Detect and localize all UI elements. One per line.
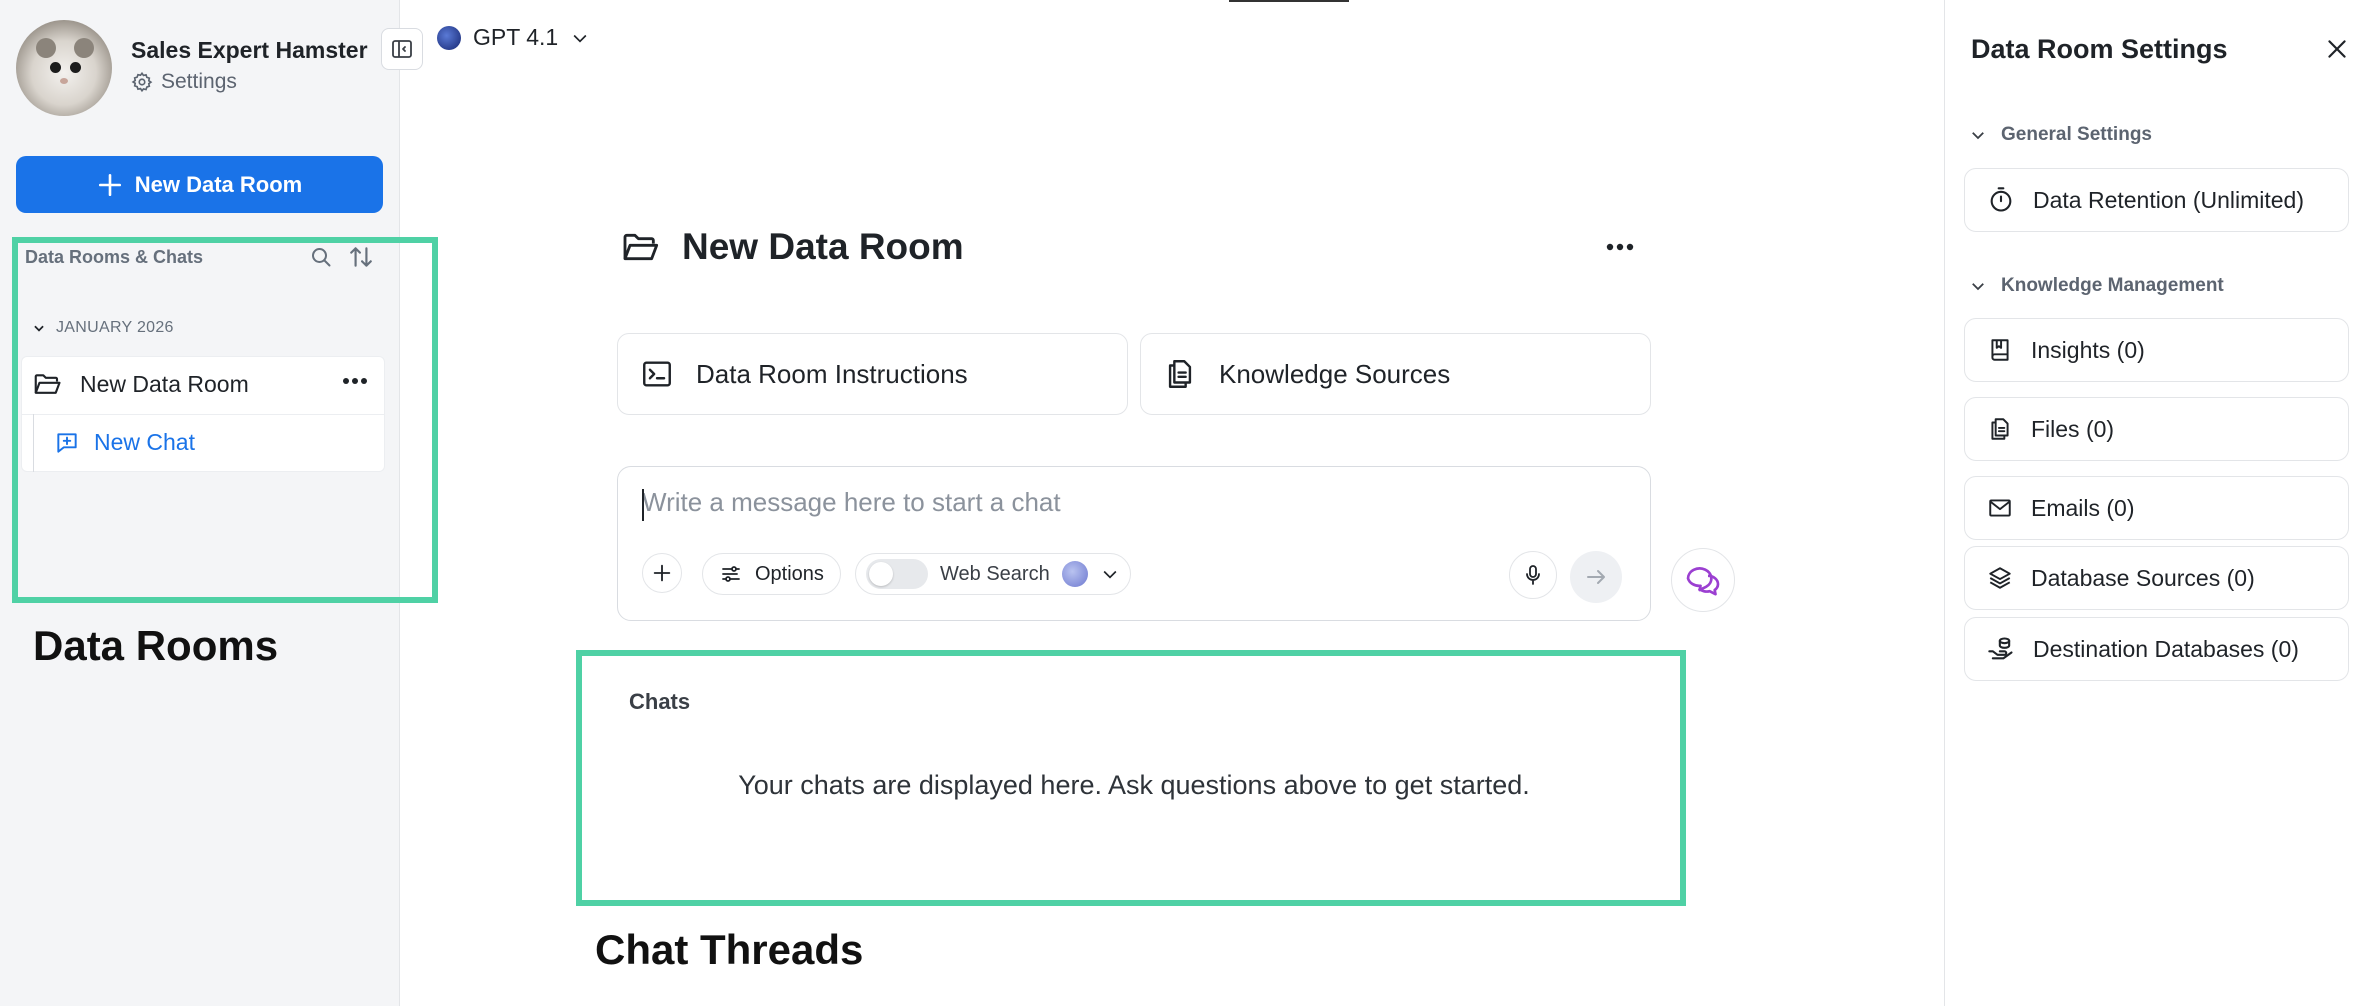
- terminal-icon: [640, 357, 674, 391]
- database-sources-item[interactable]: Database Sources (0): [1964, 546, 2349, 610]
- arrow-right-icon: [1584, 565, 1608, 589]
- data-rooms-highlight: [12, 237, 438, 603]
- options-label: Options: [755, 562, 824, 585]
- new-data-room-button[interactable]: New Data Room: [16, 156, 383, 213]
- text-caret: [642, 489, 644, 521]
- page-title: New Data Room: [620, 226, 964, 268]
- gear-icon: [131, 71, 153, 93]
- room-title-text: New Data Room: [682, 226, 964, 267]
- destination-databases-item[interactable]: Destination Databases (0): [1964, 617, 2349, 681]
- insights-label: Insights (0): [2031, 336, 2145, 363]
- settings-label: Settings: [161, 70, 237, 93]
- settings-panel: Data Room Settings General Settings Data…: [1944, 0, 2378, 1006]
- plus-icon: [651, 562, 673, 584]
- files-item[interactable]: Files (0): [1964, 397, 2349, 461]
- plus-icon: [97, 172, 123, 198]
- emails-label: Emails (0): [2031, 494, 2135, 521]
- send-button[interactable]: [1570, 551, 1622, 603]
- microphone-icon: [1521, 563, 1545, 587]
- chat-threads-annotation-label: Chat Threads: [595, 926, 864, 973]
- chats-heading: Chats: [629, 689, 691, 714]
- web-search-label: Web Search: [940, 562, 1050, 585]
- folder-open-icon: [620, 227, 660, 267]
- chevron-down-icon: [1969, 126, 1987, 144]
- model-name: GPT 4.1: [473, 24, 559, 50]
- knowledge-sources-card[interactable]: Knowledge Sources: [1140, 333, 1651, 415]
- web-search-control[interactable]: Web Search: [855, 553, 1131, 595]
- message-input[interactable]: [642, 487, 1542, 518]
- documents-icon: [1163, 357, 1197, 391]
- chevron-down-icon[interactable]: [1100, 564, 1120, 584]
- settings-link[interactable]: Settings: [131, 70, 237, 94]
- files-label: Files (0): [2031, 415, 2115, 442]
- sidebar-toggle-icon: [390, 37, 414, 61]
- insights-item[interactable]: Insights (0): [1964, 318, 2349, 382]
- chat-assistant-button[interactable]: [1671, 548, 1735, 612]
- file-icon: [1987, 416, 2013, 442]
- close-icon[interactable]: [2324, 36, 2350, 62]
- user-name: Sales Expert Hamster: [131, 37, 368, 63]
- general-settings-section[interactable]: General Settings: [1969, 124, 2152, 146]
- data-retention-label: Data Retention (Unlimited): [2033, 186, 2305, 213]
- hand-database-icon: [1987, 635, 2015, 663]
- web-search-toggle[interactable]: [866, 559, 928, 589]
- model-logo-icon: [437, 25, 461, 50]
- chat-bubbles-icon: [1683, 560, 1723, 600]
- more-options-icon[interactable]: [1606, 243, 1634, 251]
- emails-item[interactable]: Emails (0): [1964, 476, 2349, 540]
- destination-databases-label: Destination Databases (0): [2033, 635, 2299, 662]
- web-search-provider-icon: [1061, 561, 1088, 587]
- sliders-icon: [719, 562, 743, 586]
- new-data-room-label: New Data Room: [134, 171, 303, 197]
- collapse-sidebar-button[interactable]: [381, 28, 423, 70]
- model-selector[interactable]: GPT 4.1: [437, 24, 590, 51]
- database-sources-label: Database Sources (0): [2031, 564, 2255, 591]
- bookmark-book-icon: [1987, 337, 2013, 363]
- message-composer: Options Web Search: [617, 466, 1651, 621]
- layers-icon: [1987, 565, 2013, 591]
- instructions-label: Data Room Instructions: [696, 358, 968, 389]
- settings-panel-title: Data Room Settings: [1971, 34, 2228, 64]
- data-room-instructions-card[interactable]: Data Room Instructions: [617, 333, 1128, 415]
- knowledge-management-label: Knowledge Management: [2001, 275, 2224, 296]
- data-rooms-annotation-label: Data Rooms: [33, 622, 279, 669]
- data-retention-item[interactable]: Data Retention (Unlimited): [1964, 168, 2349, 232]
- chevron-down-icon: [570, 28, 590, 48]
- chevron-down-icon: [1969, 277, 1987, 295]
- microphone-button[interactable]: [1509, 551, 1557, 599]
- timer-icon: [1987, 186, 2015, 214]
- knowledge-management-section[interactable]: Knowledge Management: [1969, 275, 2224, 297]
- top-tab-indicator: [1229, 0, 1349, 2]
- mail-icon: [1987, 495, 2013, 521]
- avatar[interactable]: [16, 20, 112, 116]
- options-button[interactable]: Options: [702, 553, 841, 595]
- knowledge-label: Knowledge Sources: [1219, 358, 1451, 389]
- chats-empty-state: Your chats are displayed here. Ask quest…: [738, 770, 1530, 800]
- attach-button[interactable]: [642, 553, 682, 593]
- general-settings-label: General Settings: [2001, 124, 2152, 145]
